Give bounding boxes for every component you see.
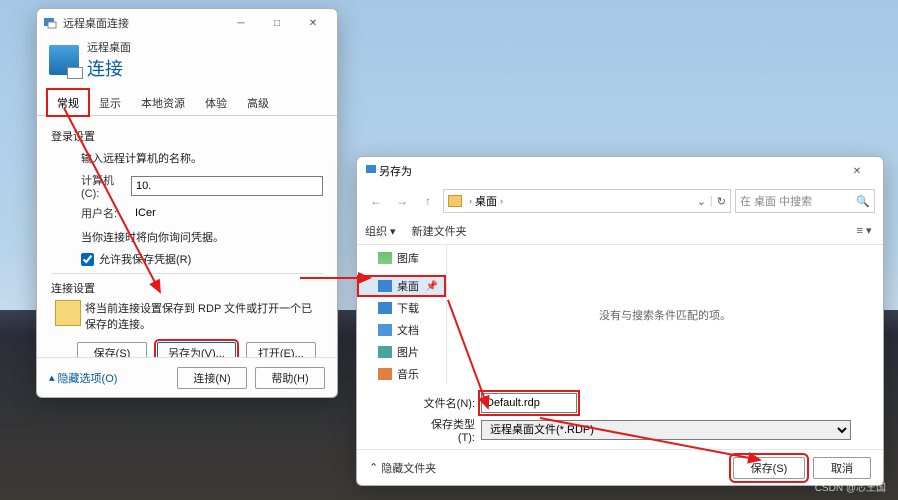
rdp-app-icon [43, 16, 57, 30]
chevron-right-icon: › [469, 196, 472, 206]
chevron-up-icon: ⌃ [369, 461, 378, 474]
filename-input[interactable] [481, 393, 577, 413]
open-button[interactable]: 打开(E)... [246, 342, 316, 357]
search-icon: 🔍 [856, 195, 870, 208]
sidebar-item-downloads[interactable]: 下载 [357, 297, 446, 319]
saveas-footer: ⌃ 隐藏文件夹 保存(S) 取消 [357, 449, 883, 485]
rdp-title-text: 远程桌面连接 [63, 15, 129, 31]
tab-general[interactable]: 常规 [47, 89, 89, 116]
username-label: 用户名: [81, 205, 131, 221]
breadcrumb[interactable]: › 桌面 › ⌄ | ↻ [443, 189, 731, 213]
rdp-header: 远程桌面 连接 [37, 37, 337, 89]
saveas-sidebar[interactable]: 图库 桌面📌 下载 文档 图片 音乐 视频 ›大理20240212 [357, 245, 447, 384]
rdp-main-title: 连接 [87, 55, 131, 81]
hide-folders-toggle[interactable]: ⌃ 隐藏文件夹 [369, 460, 725, 476]
save-cred-label: 允许我保存凭据(R) [99, 251, 191, 267]
saveas-toolbar: 组织 ▾ 新建文件夹 ≡ ▾ [357, 217, 883, 245]
organize-menu[interactable]: 组织 ▾ [365, 223, 396, 239]
saveas-app-icon [365, 163, 379, 180]
saveas-cancel-button[interactable]: 取消 [813, 457, 871, 479]
chevron-down-icon[interactable]: ⌄ [697, 195, 706, 208]
login-section-label: 登录设置 [51, 128, 323, 144]
divider [51, 273, 323, 274]
save-cred-checkbox[interactable] [81, 253, 94, 266]
username-value [131, 203, 323, 223]
saveas-window: 另存为 ✕ ← → ↑ › 桌面 › ⌄ | ↻ 在 桌面 中搜索 🔍 组织 ▾… [356, 156, 884, 486]
rdp-body: 登录设置 输入远程计算机的名称。 计算机(C): 10. 用户名: 当你连接时将… [37, 116, 337, 357]
maximize-button[interactable]: □ [259, 11, 295, 35]
filename-label: 文件名(N): [415, 395, 475, 411]
forward-button[interactable]: → [391, 190, 413, 212]
saveas-titlebar[interactable]: 另存为 ✕ [357, 157, 883, 185]
saveas-nav: ← → ↑ › 桌面 › ⌄ | ↻ 在 桌面 中搜索 🔍 [357, 185, 883, 217]
save-button[interactable]: 保存(S) [77, 342, 147, 357]
crumb-desktop[interactable]: 桌面 [475, 193, 497, 209]
tab-advanced[interactable]: 高级 [237, 89, 279, 116]
save-cred-row[interactable]: 允许我保存凭据(R) [81, 251, 323, 267]
close-button[interactable]: ✕ [295, 11, 331, 35]
watermark: CSDN @芯王国 [815, 479, 886, 494]
empty-message: 没有与搜索条件匹配的项。 [599, 307, 731, 323]
up-button[interactable]: ↑ [417, 190, 439, 212]
view-mode-button[interactable]: ≡ ▾ [853, 221, 875, 241]
rdp-subtitle: 远程桌面 [87, 39, 131, 55]
sidebar-item-desktop[interactable]: 桌面📌 [357, 275, 446, 297]
sidebar-item-documents[interactable]: 文档 [357, 319, 446, 341]
saveas-title-text: 另存为 [379, 163, 412, 179]
minimize-button[interactable]: ─ [223, 11, 259, 35]
saveas-file-list[interactable]: 没有与搜索条件匹配的项。 [447, 245, 883, 384]
tab-experience[interactable]: 体验 [195, 89, 237, 116]
rdp-window: 远程桌面连接 ─ □ ✕ 远程桌面 连接 常规 显示 本地资源 体验 高级 登录… [36, 8, 338, 398]
folder-icon [55, 300, 81, 326]
conn-section-label: 连接设置 [51, 280, 323, 296]
help-button[interactable]: 帮助(H) [255, 367, 325, 389]
saveas-content: 图库 桌面📌 下载 文档 图片 音乐 视频 ›大理20240212 没有与搜索条… [357, 245, 883, 384]
refresh-icon[interactable]: ↻ [717, 195, 726, 208]
chevron-right-icon: › [500, 196, 503, 206]
folder-icon [448, 195, 462, 207]
save-as-button[interactable]: 另存为(V)... [157, 342, 236, 357]
rdp-tabs: 常规 显示 本地资源 体验 高级 [37, 89, 337, 116]
filetype-label: 保存类型(T): [415, 416, 475, 444]
new-folder-button[interactable]: 新建文件夹 [412, 223, 467, 239]
computer-label: 计算机(C): [81, 172, 131, 200]
saveas-save-button[interactable]: 保存(S) [733, 457, 805, 479]
login-hint: 输入远程计算机的名称。 [81, 150, 323, 166]
conn-hint: 将当前连接设置保存到 RDP 文件或打开一个已保存的连接。 [85, 300, 323, 332]
search-input[interactable]: 在 桌面 中搜索 🔍 [735, 189, 875, 213]
rdp-titlebar[interactable]: 远程桌面连接 ─ □ ✕ [37, 9, 337, 37]
sidebar-item-pictures[interactable]: 图片 [357, 341, 446, 363]
rdp-footer: ▴ 隐藏选项(O) 连接(N) 帮助(H) [37, 357, 337, 397]
tab-display[interactable]: 显示 [89, 89, 131, 116]
sidebar-item-music[interactable]: 音乐 [357, 363, 446, 384]
saveas-close-button[interactable]: ✕ [839, 159, 875, 183]
tab-local-resources[interactable]: 本地资源 [131, 89, 195, 116]
cred-hint: 当你连接时将向你询问凭据。 [81, 229, 323, 245]
back-button[interactable]: ← [365, 190, 387, 212]
sidebar-item-gallery[interactable]: 图库 [357, 247, 446, 269]
saveas-fields: 文件名(N): 保存类型(T): 远程桌面文件(*.RDP) [357, 384, 883, 449]
hide-options-toggle[interactable]: ▴ 隐藏选项(O) [49, 370, 169, 386]
chevron-up-icon: ▴ [49, 371, 55, 384]
connect-button[interactable]: 连接(N) [177, 367, 247, 389]
computer-input[interactable]: 10. [131, 176, 323, 196]
rdp-logo-icon [49, 45, 79, 75]
filetype-select[interactable]: 远程桌面文件(*.RDP) [481, 420, 851, 440]
